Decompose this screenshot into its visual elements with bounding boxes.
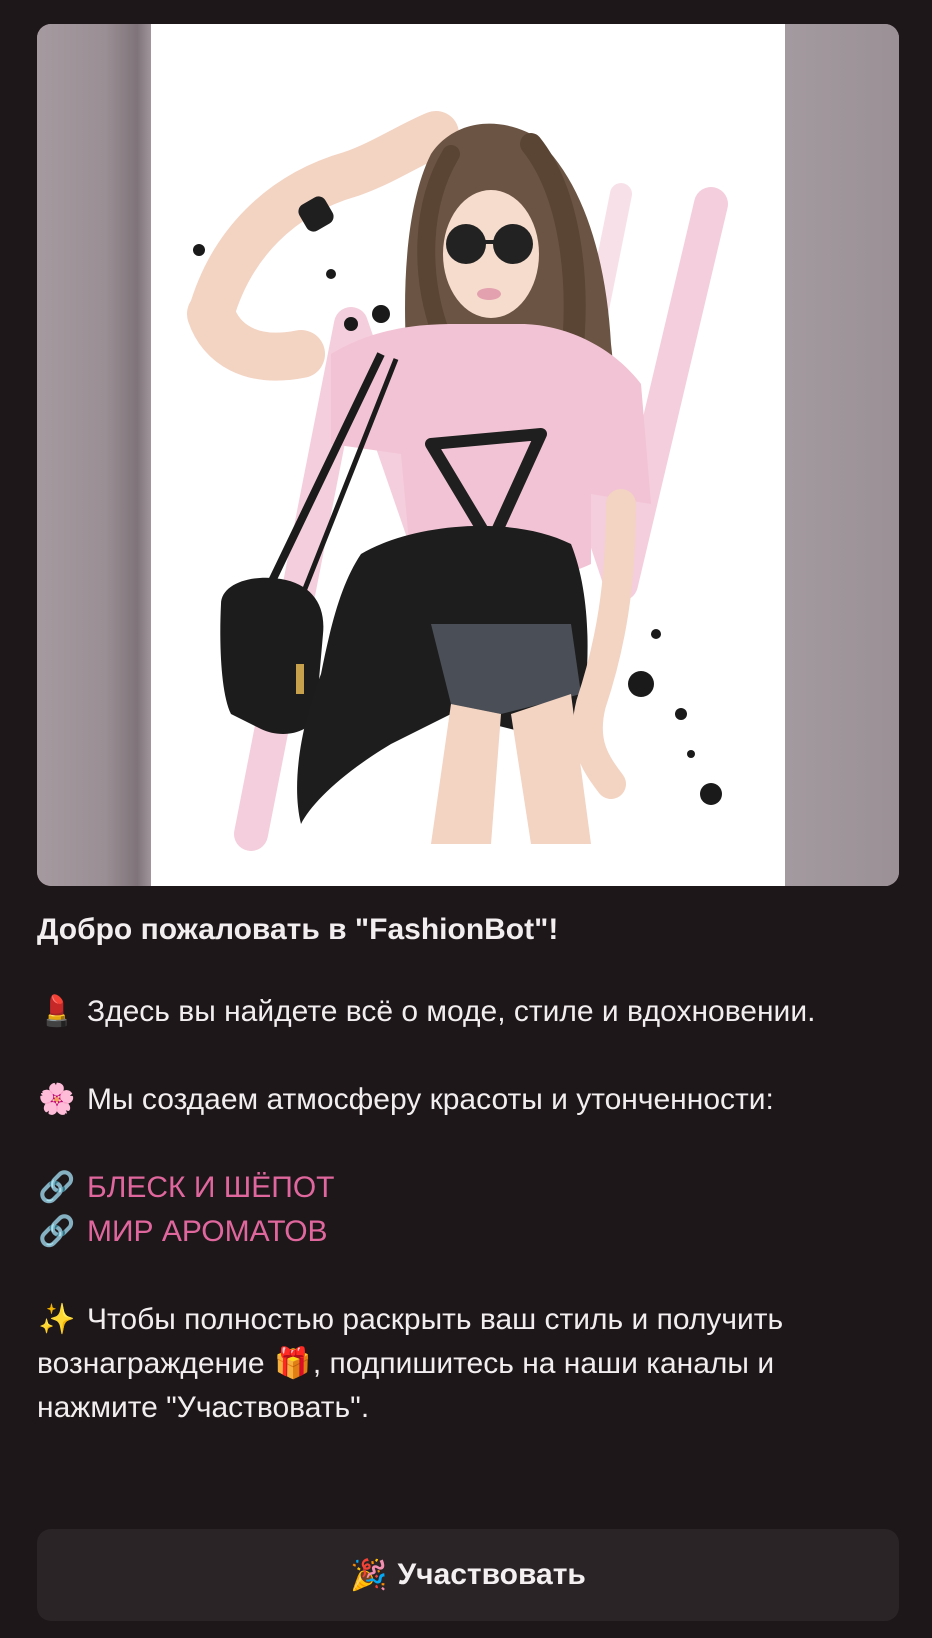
lipstick-icon: 💄 <box>38 995 76 1028</box>
participate-button[interactable]: 🎉 Участвовать <box>37 1529 899 1621</box>
chat-screen: Добро пожаловать в "FashionBot"! 💄 Здесь … <box>0 0 932 1638</box>
paragraph-1-text: Здесь вы найдете всё о моде, стиле и вдо… <box>87 995 816 1028</box>
sparkles-icon: ✨ <box>38 1303 76 1336</box>
channel-link-blesk[interactable]: БЛЕСК И ШЁПОТ <box>87 1171 335 1204</box>
channel-link-aromaty[interactable]: МИР АРОМАТОВ <box>87 1215 328 1248</box>
message-photo[interactable] <box>37 24 899 886</box>
channel-link-item[interactable]: 🔗 МИР АРОМАТОВ <box>37 1210 889 1254</box>
channel-links: 🔗 БЛЕСК И ШЁПОТ 🔗 МИР АРОМАТОВ <box>37 1166 889 1254</box>
message-paragraph-1: 💄 Здесь вы найдете всё о моде, стиле и вд… <box>37 990 889 1034</box>
message-text: Добро пожаловать в "FashionBot"! 💄 Здесь … <box>37 908 899 1430</box>
photo-blur-right <box>785 24 899 886</box>
message-paragraph-3: ✨ Чтобы полностью раскрыть ваш стиль и по… <box>37 1298 889 1430</box>
participate-button-label: Участвовать <box>397 1558 586 1591</box>
fashion-illustration <box>151 24 785 886</box>
cherry-blossom-icon: 🌸 <box>38 1083 76 1116</box>
link-icon: 🔗 <box>38 1171 76 1204</box>
link-icon: 🔗 <box>38 1215 76 1248</box>
message-paragraph-2: 🌸 Мы создаем атмосферу красоты и утонченн… <box>37 1078 889 1122</box>
paragraph-2-text: Мы создаем атмосферу красоты и утонченно… <box>87 1083 774 1116</box>
party-popper-icon: 🎉 <box>350 1558 388 1592</box>
bot-message: Добро пожаловать в "FashionBot"! 💄 Здесь … <box>37 24 899 1474</box>
photo-blur-left <box>37 24 151 886</box>
gift-icon: 🎁 <box>274 1347 312 1380</box>
channel-link-item[interactable]: 🔗 БЛЕСК И ШЁПОТ <box>37 1166 889 1210</box>
welcome-title: Добро пожаловать в "FashionBot"! <box>37 913 559 946</box>
